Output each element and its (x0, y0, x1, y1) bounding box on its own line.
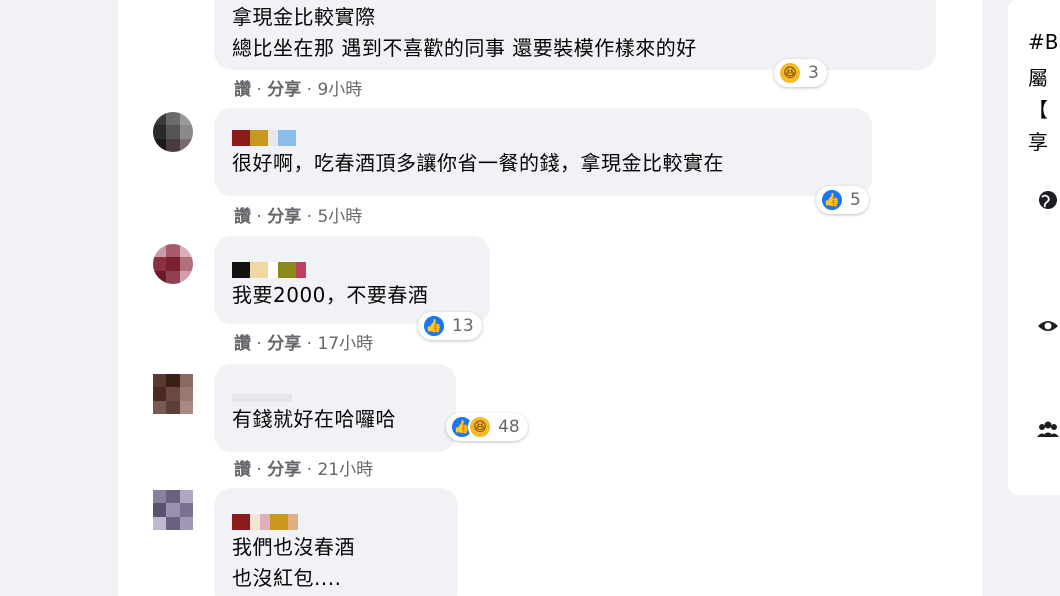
share-link[interactable]: 分享 (267, 207, 301, 227)
separator: · (256, 207, 262, 227)
group-icon (1036, 418, 1060, 442)
author-name[interactable] (232, 514, 446, 530)
comment-text-line: 有錢就好在哈囉哈 (232, 407, 396, 431)
comment-text-line: 也沒紅包.... (232, 566, 342, 590)
separator: · (306, 207, 313, 227)
reaction-count: 5 (850, 190, 861, 210)
comment-time[interactable]: 9小時 (317, 80, 362, 100)
share-link[interactable]: 分享 (267, 460, 301, 480)
avatar[interactable] (153, 374, 193, 414)
comment-text-line: 我們也沒春酒 (232, 535, 355, 559)
author-name[interactable] (232, 386, 444, 402)
sidebar-text-line: 屬 (1028, 66, 1048, 90)
avatar[interactable] (153, 244, 193, 284)
comment-actions: 讚 · 分享 · 21小時 (234, 455, 373, 480)
reaction-count: 13 (452, 316, 474, 336)
reaction-summary[interactable]: 👍 😆 48 (446, 413, 528, 441)
like-link[interactable]: 讚 (234, 207, 251, 227)
separator: · (256, 460, 262, 480)
comment-time[interactable]: 5小時 (317, 207, 362, 227)
share-link[interactable]: 分享 (267, 334, 301, 354)
like-link[interactable]: 讚 (234, 80, 251, 100)
comment-text-line: 總比坐在那 遇到不喜歡的同事 還要裝模作樣來的好 (232, 36, 697, 60)
comment-bubble: 我們也沒春酒 也沒紅包.... (214, 488, 458, 596)
like-link[interactable]: 讚 (234, 460, 251, 480)
author-name[interactable] (232, 262, 478, 278)
separator: · (306, 80, 313, 100)
like-icon: 👍 (422, 314, 446, 338)
separator: · (256, 334, 262, 354)
globe-icon (1036, 188, 1060, 212)
comment-bubble: 有錢就好在哈囉哈 (214, 364, 456, 452)
like-icon: 👍 (820, 188, 844, 212)
eye-icon (1036, 314, 1060, 338)
comment-text-line: 我要2000，不要春酒 (232, 283, 429, 307)
share-link[interactable]: 分享 (267, 80, 301, 100)
avatar[interactable] (153, 490, 193, 530)
sidebar-text-line: 享 (1028, 130, 1048, 154)
comment-text-line: 拿現金比較實際 (232, 5, 376, 29)
sidebar-text-line: #B (1028, 30, 1059, 54)
reaction-summary[interactable]: 👍 13 (418, 312, 482, 340)
reaction-count: 48 (498, 417, 520, 437)
comment-actions: 讚 · 分享 · 5小時 (234, 202, 362, 227)
reaction-count: 3 (808, 63, 819, 83)
haha-icon: 😆 (778, 61, 802, 85)
comment-bubble: 拿現金比較實際 總比坐在那 遇到不喜歡的同事 還要裝模作樣來的好 (214, 0, 936, 70)
comment-bubble: 很好啊，吃春酒頂多讓你省一餐的錢，拿現金比較實在 (214, 108, 872, 196)
author-name[interactable] (232, 130, 860, 146)
haha-icon: 😆 (468, 415, 492, 439)
comment-actions: 讚 · 分享 · 9小時 (234, 75, 362, 100)
avatar[interactable] (153, 112, 193, 152)
comment-feed: 拿現金比較實際 總比坐在那 遇到不喜歡的同事 還要裝模作樣來的好 😆 3 讚 ·… (118, 0, 982, 596)
reaction-summary[interactable]: 👍 5 (816, 186, 869, 214)
separator: · (306, 334, 313, 354)
comment-actions: 讚 · 分享 · 17小時 (234, 329, 373, 354)
reaction-summary[interactable]: 😆 3 (774, 59, 827, 87)
like-link[interactable]: 讚 (234, 334, 251, 354)
separator: · (306, 460, 313, 480)
sidebar-text-line: 【 (1028, 98, 1048, 122)
comment-time[interactable]: 21小時 (317, 460, 373, 480)
separator: · (256, 80, 262, 100)
comment-text-line: 很好啊，吃春酒頂多讓你省一餐的錢，拿現金比較實在 (232, 151, 724, 175)
comment-time[interactable]: 17小時 (317, 334, 373, 354)
comment-bubble: 我要2000，不要春酒 (214, 236, 490, 324)
